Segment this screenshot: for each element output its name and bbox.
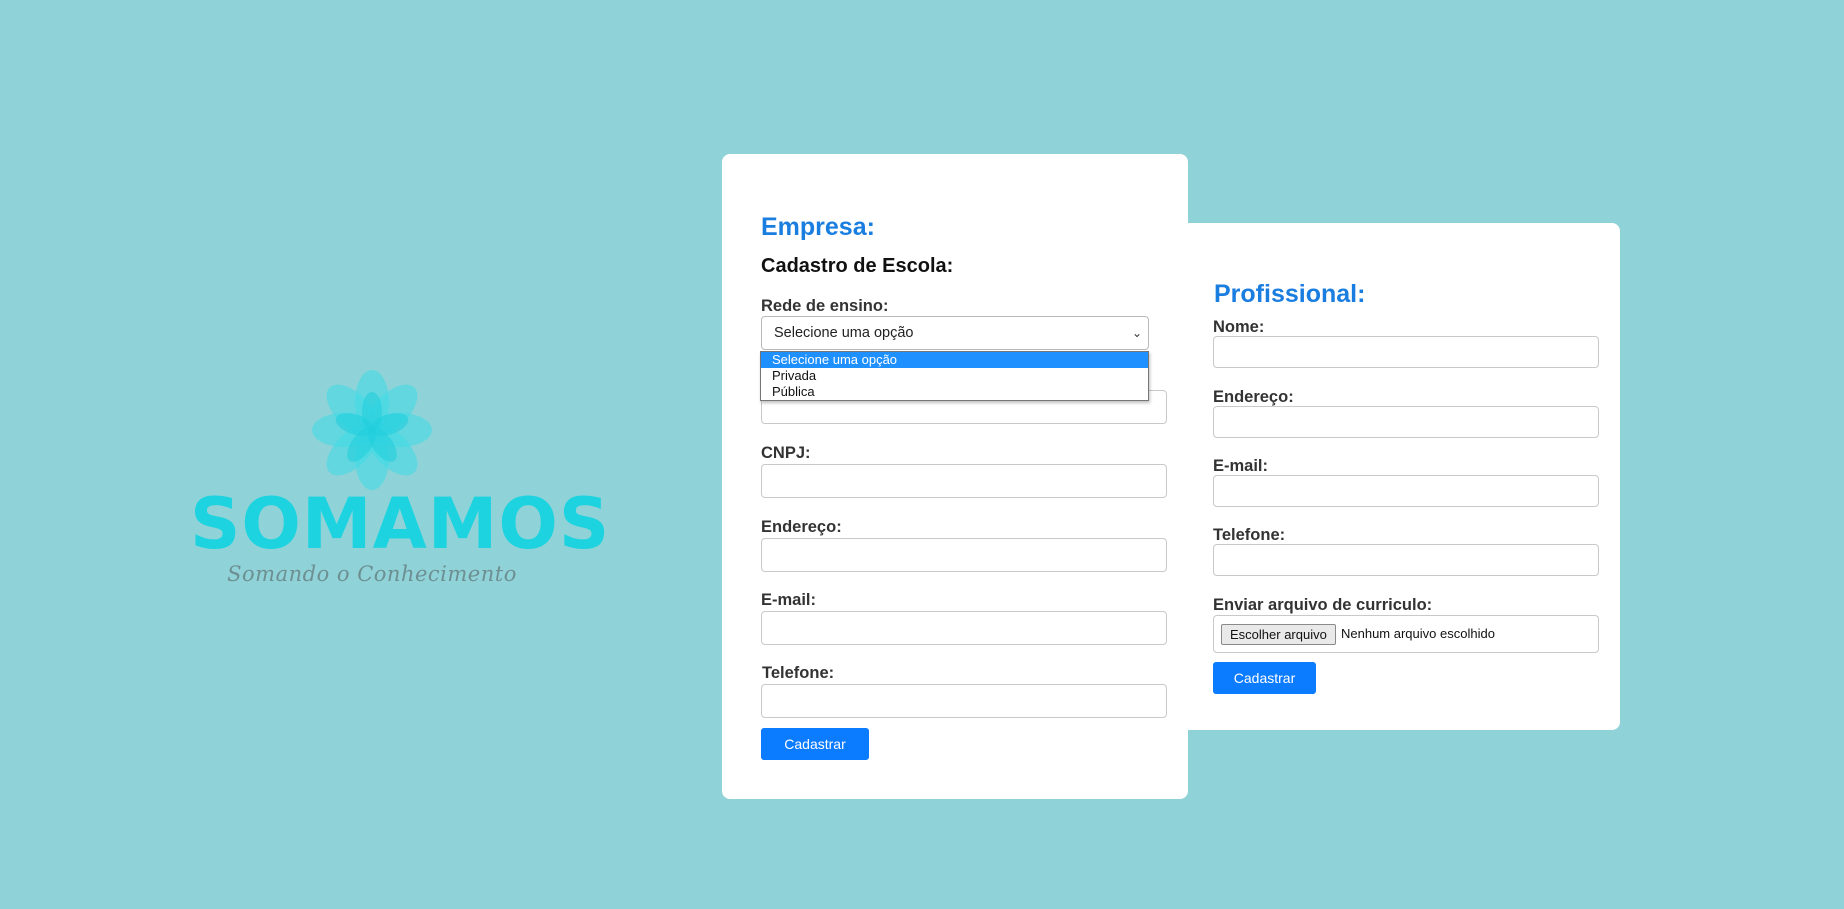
rede-ensino-selected-value: Selecione uma opção xyxy=(774,325,914,341)
curriculo-label: Enviar arquivo de curriculo: xyxy=(1213,596,1433,614)
endereco-label: Endereço: xyxy=(1213,388,1294,406)
email-input[interactable] xyxy=(761,611,1167,645)
nome-input[interactable] xyxy=(1213,336,1599,368)
rede-ensino-select[interactable]: Selecione uma opção ⌄ xyxy=(761,316,1149,350)
dropdown-option[interactable]: Selecione uma opção xyxy=(761,352,1148,368)
dropdown-option[interactable]: Privada xyxy=(761,368,1148,384)
email-input[interactable] xyxy=(1213,475,1599,507)
cnpj-label: CNPJ: xyxy=(761,444,811,462)
telefone-label: Telefone: xyxy=(762,664,835,682)
profissional-title: Profissional: xyxy=(1214,280,1366,308)
cadastro-escola-subtitle: Cadastro de Escola: xyxy=(761,255,954,277)
nome-label: Nome: xyxy=(1213,318,1265,336)
endereco-input[interactable] xyxy=(761,538,1167,572)
empresa-title: Empresa: xyxy=(761,213,875,241)
rede-ensino-dropdown-list: Selecione uma opção Privada Pública xyxy=(760,351,1149,401)
file-status-text: Nenhum arquivo escolhido xyxy=(1341,626,1495,641)
cnpj-input[interactable] xyxy=(761,464,1167,498)
email-label: E-mail: xyxy=(1213,457,1269,475)
chevron-down-icon: ⌄ xyxy=(1131,326,1142,340)
profissional-form-card: Profissional: Nome: Endereço: E-mail: Te… xyxy=(1188,223,1620,730)
telefone-input[interactable] xyxy=(1213,544,1599,576)
rede-ensino-label: Rede de ensino: xyxy=(761,297,889,315)
dropdown-option[interactable]: Pública xyxy=(761,384,1148,400)
somamos-logo: SOMAMOS Somando o Conhecimento xyxy=(190,368,611,594)
email-label: E-mail: xyxy=(761,591,817,609)
profissional-submit-button[interactable]: Cadastrar xyxy=(1213,662,1316,694)
empresa-form-card: Empresa: Cadastro de Escola: Rede de ens… xyxy=(722,154,1188,799)
endereco-label: Endereço: xyxy=(761,518,842,536)
curriculo-file-input[interactable]: Escolher arquivo Nenhum arquivo escolhid… xyxy=(1213,615,1599,653)
logo-wordmark: SOMAMOS xyxy=(190,483,611,565)
choose-file-button[interactable]: Escolher arquivo xyxy=(1221,624,1336,645)
empresa-submit-button[interactable]: Cadastrar xyxy=(761,728,869,760)
telefone-label: Telefone: xyxy=(1213,526,1286,544)
telefone-input[interactable] xyxy=(761,684,1167,718)
lotus-flower-icon xyxy=(312,370,432,490)
logo-tagline: Somando o Conhecimento xyxy=(227,562,517,586)
endereco-input[interactable] xyxy=(1213,406,1599,438)
